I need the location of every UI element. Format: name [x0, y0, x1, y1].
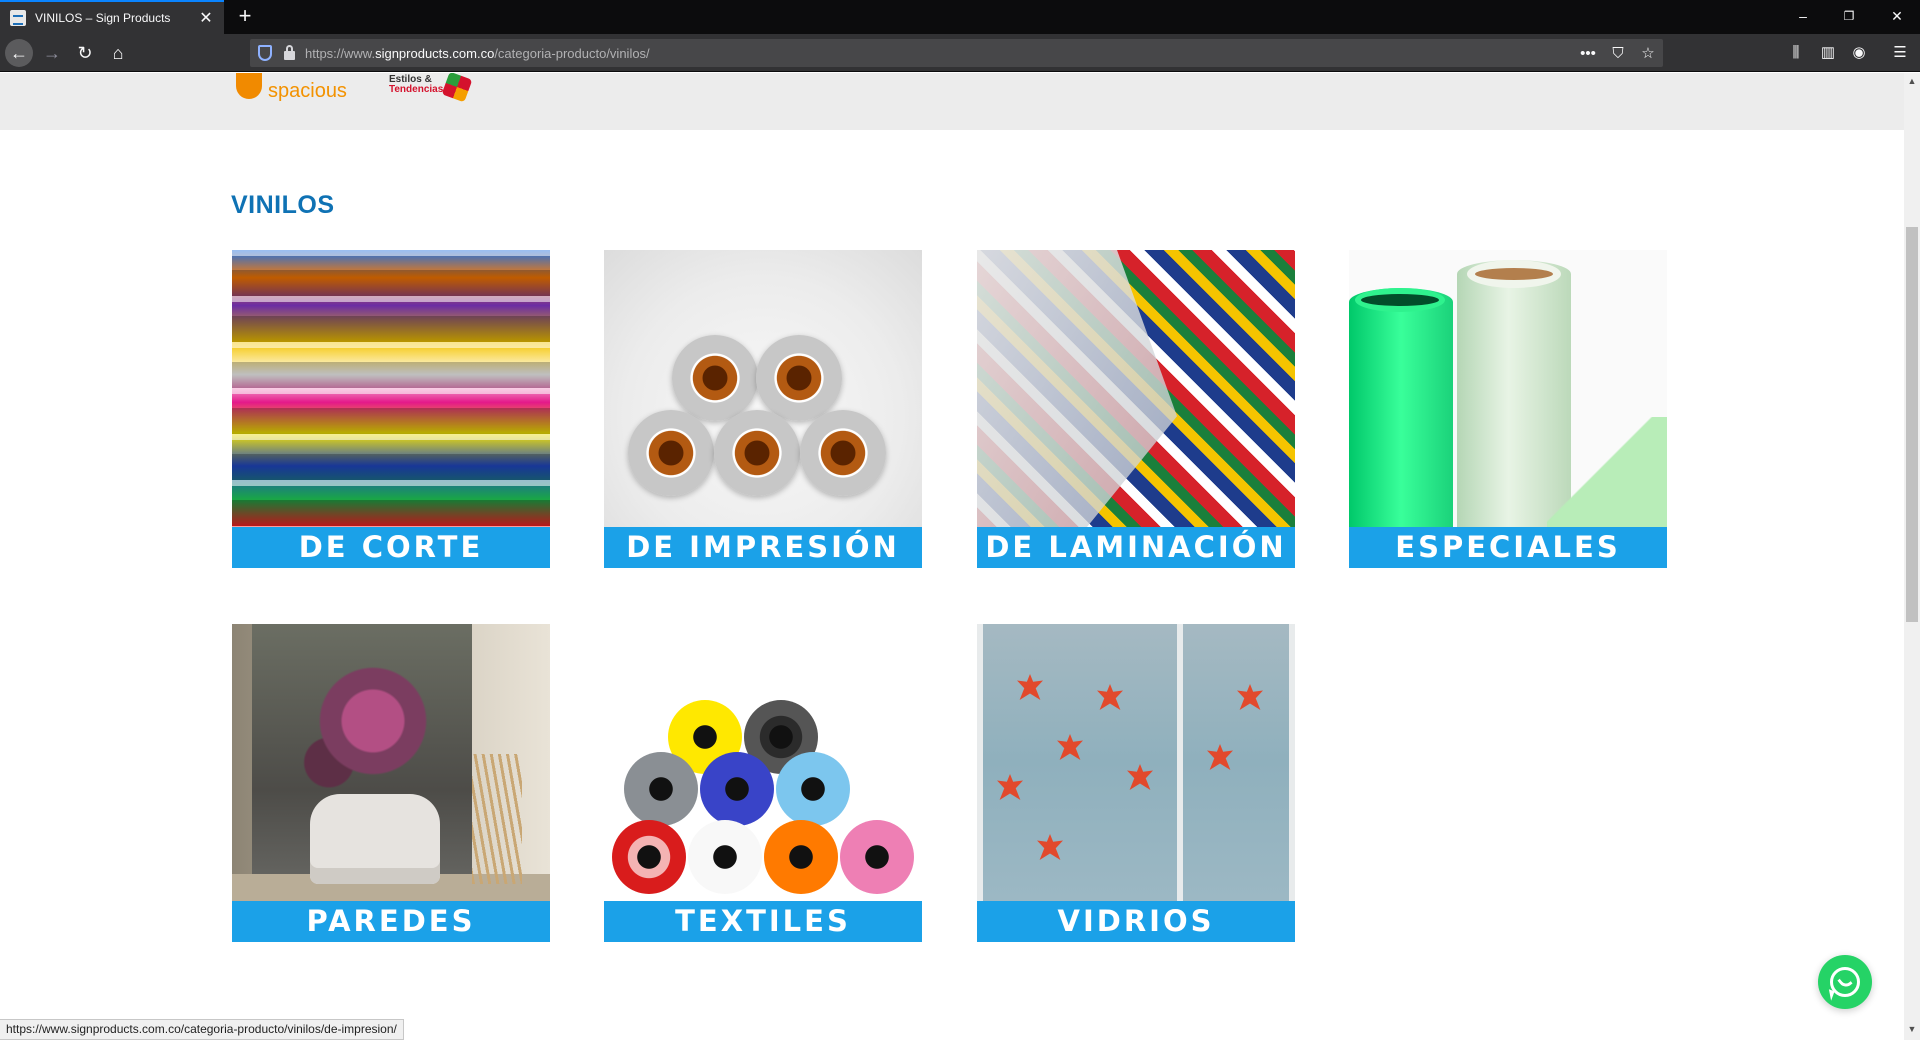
spacious-logo-text: spacious — [268, 80, 347, 102]
sky-blue-roll — [776, 752, 850, 826]
navigation-toolbar: ← → ↻ ⌂ https://www.signproducts.com.co/… — [0, 34, 1920, 72]
forward-arrow-icon[interactable]: → — [38, 39, 66, 67]
sidebar-icon[interactable]: ▥ — [1815, 40, 1841, 66]
blue-roll — [700, 752, 774, 826]
category-label: ESPECIALES — [1349, 527, 1667, 568]
account-icon[interactable]: ◉ — [1846, 40, 1872, 66]
menu-hamburger-icon[interactable]: ☰ — [1887, 40, 1913, 66]
category-card-paredes[interactable]: PAREDES — [232, 624, 550, 942]
window-close-button[interactable]: ✕ — [1874, 0, 1920, 34]
maple-leaf — [1057, 734, 1083, 760]
estilos-tendencias-logo[interactable]: Estilos & Tendencias — [389, 73, 473, 103]
vidrios-image — [977, 624, 1295, 901]
category-label: TEXTILES — [604, 901, 922, 942]
tab-active[interactable]: VINILOS – Sign Products ✕ — [0, 0, 224, 34]
minimize-button[interactable]: – — [1780, 0, 1826, 34]
reload-icon[interactable]: ↻ — [71, 39, 99, 67]
url-prefix: https://www. — [305, 45, 376, 61]
tracking-shield-icon[interactable] — [258, 45, 272, 61]
site-header: spacious Estilos & Tendencias — [0, 73, 1904, 130]
category-label: DE CORTE — [232, 527, 550, 568]
home-icon[interactable]: ⌂ — [104, 39, 132, 67]
category-label: DE LAMINACIÓN — [977, 527, 1295, 568]
url-host: signproducts.com.co — [375, 45, 495, 61]
window-frame — [977, 624, 983, 901]
white-roll — [688, 820, 762, 894]
vinyl-roll — [672, 335, 758, 421]
restore-button[interactable]: ❐ — [1826, 0, 1872, 34]
paredes-image — [232, 624, 550, 901]
new-tab-button[interactable]: + — [232, 4, 258, 30]
vinyl-roll — [800, 410, 886, 496]
category-card-vidrios[interactable]: VIDRIOS — [977, 624, 1295, 942]
maple-leaf — [1127, 764, 1153, 790]
page-actions-icon[interactable]: ••• — [1573, 45, 1603, 62]
orange-roll — [764, 820, 838, 894]
category-card-de-corte[interactable]: DE CORTE — [232, 250, 550, 568]
scroll-down-arrow-icon[interactable]: ▼ — [1904, 1024, 1920, 1038]
address-bar[interactable]: https://www.signproducts.com.co/categori… — [250, 39, 1663, 67]
bookmark-star-icon[interactable]: ☆ — [1633, 44, 1663, 62]
category-card-de-impresion[interactable]: DE IMPRESIÓN — [604, 250, 922, 568]
tab-title: VINILOS – Sign Products — [35, 11, 171, 25]
pocket-icon[interactable]: ⛉ — [1603, 45, 1633, 62]
red-roll — [612, 820, 686, 894]
page-title: VINILOS — [231, 191, 335, 219]
category-card-textiles[interactable]: TEXTILES — [604, 624, 922, 942]
maple-leaf — [1037, 834, 1063, 860]
maple-leaf — [1097, 684, 1123, 710]
category-label: VIDRIOS — [977, 901, 1295, 942]
tab-close-icon[interactable]: ✕ — [198, 8, 214, 28]
maple-leaf — [1207, 744, 1233, 770]
lock-icon[interactable] — [284, 45, 295, 60]
maple-leaf — [1017, 674, 1043, 700]
page-viewport: spacious Estilos & Tendencias VINILOS DE… — [0, 73, 1904, 1040]
vinyl-roll — [756, 335, 842, 421]
scrollbar-thumb[interactable] — [1906, 227, 1918, 622]
vinyl-sheet — [1547, 417, 1667, 527]
window-frame — [1289, 624, 1295, 901]
de-laminacion-image — [977, 250, 1295, 527]
de-impresion-image — [604, 250, 922, 527]
green-roll — [1349, 288, 1453, 527]
especiales-image — [1349, 250, 1667, 527]
category-label: PAREDES — [232, 901, 550, 942]
estilos-logo-star-icon — [441, 73, 473, 103]
back-arrow-icon[interactable]: ← — [5, 39, 33, 67]
category-card-especiales[interactable]: ESPECIALES — [1349, 250, 1667, 568]
gray-roll — [624, 752, 698, 826]
maple-leaf — [1237, 684, 1263, 710]
vinyl-roll — [714, 410, 800, 496]
site-favicon-icon — [10, 10, 26, 26]
scroll-up-arrow-icon[interactable]: ▲ — [1904, 76, 1920, 90]
status-url: https://www.signproducts.com.co/categori… — [0, 1019, 404, 1040]
url-text[interactable]: https://www.signproducts.com.co/categori… — [305, 46, 1573, 61]
library-icon[interactable]: ⫼ — [1783, 40, 1809, 66]
pampas-grass — [472, 754, 522, 884]
whatsapp-chat-button[interactable] — [1818, 955, 1872, 1009]
pink-roll — [840, 820, 914, 894]
category-card-de-laminacion[interactable]: DE LAMINACIÓN — [977, 250, 1295, 568]
laminate-film — [977, 250, 1177, 527]
estilos-logo-line2: Tendencias — [389, 84, 444, 95]
tab-bar: VINILOS – Sign Products ✕ + – ❐ ✕ — [0, 0, 1920, 34]
maple-leaf — [997, 774, 1023, 800]
de-corte-image — [232, 250, 550, 527]
window-frame — [1177, 624, 1183, 901]
vinyl-roll — [628, 410, 714, 496]
spacious-logo-mark-icon — [236, 73, 262, 99]
category-label: DE IMPRESIÓN — [604, 527, 922, 568]
estilos-logo-text: Estilos & Tendencias — [389, 75, 443, 95]
textiles-image — [604, 624, 922, 901]
armchair — [310, 794, 440, 884]
spacious-logo[interactable]: spacious — [236, 73, 347, 102]
url-path: /categoria-producto/vinilos/ — [494, 45, 650, 61]
